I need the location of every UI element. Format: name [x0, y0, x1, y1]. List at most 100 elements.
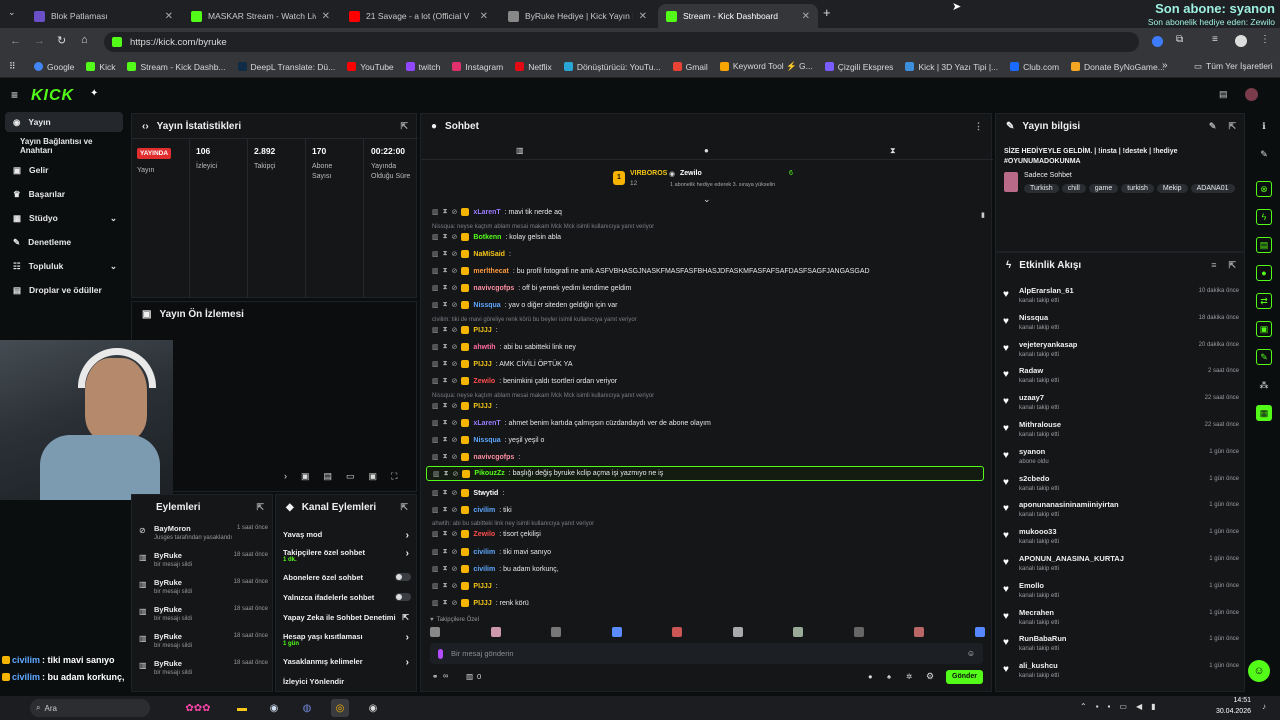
chat-username[interactable]: ahwtih — [473, 344, 495, 351]
timeout-icon[interactable]: ⧗ — [443, 453, 448, 461]
chat-username[interactable]: Nissqua — [473, 302, 500, 309]
tag[interactable]: turkish — [1121, 184, 1154, 193]
bookmark[interactable]: Netflix — [515, 62, 552, 72]
rail-doc-icon[interactable]: ▤ — [1256, 237, 1272, 253]
ban-icon[interactable]: ⊘ — [452, 599, 458, 607]
activity-username[interactable]: Nissqua — [1019, 313, 1048, 322]
display-toggle-icon[interactable]: ▤ — [1219, 89, 1228, 100]
points-icon[interactable]: ⚭ — [432, 672, 438, 681]
ban-icon[interactable]: ⊘ — [452, 284, 458, 292]
bookmark[interactable]: Kick — [86, 62, 115, 72]
ban-icon[interactable]: ⊘ — [452, 250, 458, 258]
ban-icon[interactable]: ⊘ — [452, 377, 458, 385]
popout-icon[interactable]: ⇱ — [1228, 260, 1236, 271]
popout-icon[interactable]: ⇱ — [1228, 121, 1236, 132]
send-button[interactable]: Gönder — [946, 670, 983, 684]
trash-icon[interactable]: ▥ — [432, 565, 439, 573]
notification-bell-icon[interactable]: ♪ — [1262, 702, 1266, 711]
chat-username[interactable]: civilim — [473, 507, 495, 514]
home-icon[interactable]: ⌂ — [81, 34, 88, 46]
bookmark[interactable]: YouTube — [347, 62, 394, 72]
chat-username[interactable]: Stwytid — [473, 490, 498, 497]
sidebar-item-revenue[interactable]: ▣ Gelir — [5, 160, 123, 180]
info-icon[interactable]: ℹ — [1256, 118, 1272, 134]
emote[interactable] — [490, 627, 501, 637]
activity-username[interactable]: vejeteryankasap — [1019, 340, 1077, 349]
chat-username[interactable]: xLarenT — [473, 420, 500, 427]
trash-icon[interactable]: ▥ — [432, 599, 439, 607]
user-avatar[interactable] — [1245, 88, 1258, 101]
trash-icon[interactable]: ▥ — [432, 453, 439, 461]
extension-icon[interactable] — [1152, 36, 1163, 47]
bubble-icon[interactable]: ● — [704, 146, 709, 155]
channel-action-item[interactable]: Yavaş mod › — [283, 530, 411, 548]
emote[interactable] — [732, 627, 743, 637]
emote[interactable] — [611, 627, 622, 637]
ban-icon[interactable]: ⊘ — [452, 326, 458, 334]
sidebar-item-stream[interactable]: ◉ Yayın — [5, 112, 123, 132]
bookmark[interactable]: Keyword Tool ⚡ G... — [719, 61, 813, 72]
apps-grid-icon[interactable]: ⠿ — [9, 61, 16, 72]
trash-icon[interactable]: ▥ — [432, 326, 439, 334]
chat-username[interactable]: PIJJJ — [473, 600, 491, 607]
rail-grid-icon[interactable]: ▦ — [1256, 405, 1272, 421]
ban-icon[interactable]: ⊘ — [452, 402, 458, 410]
timeout-icon[interactable]: ⧗ — [443, 548, 448, 556]
bookmark[interactable]: Gmail — [672, 62, 708, 72]
chevron-right-icon[interactable]: › — [406, 657, 409, 668]
hamburger-menu-icon[interactable]: ≡ — [11, 88, 18, 102]
ban-icon[interactable]: ⊘ — [452, 565, 458, 573]
close-icon[interactable]: ✕ — [322, 11, 330, 22]
kick-logo[interactable]: KICK — [31, 87, 74, 105]
chat-username[interactable]: civilim — [473, 566, 495, 573]
tag[interactable]: ADANA01 — [1190, 184, 1235, 193]
activity-username[interactable]: ali_kushcu — [1019, 661, 1058, 670]
ban-icon[interactable]: ⊘ — [452, 360, 458, 368]
trash-icon[interactable]: ▥ — [432, 419, 439, 427]
trash-icon[interactable]: ▥ — [433, 470, 440, 478]
rail-dots-icon[interactable]: ⁂ — [1256, 377, 1272, 393]
trash-icon[interactable]: ▥ — [432, 506, 439, 514]
url-bar[interactable]: https://kick.com/byruke — [104, 32, 1139, 52]
battery-icon[interactable]: ▮ — [1151, 702, 1155, 711]
channel-action-item[interactable]: Abonelere özel sohbet — [283, 573, 411, 591]
ban-icon[interactable]: ⊘ — [453, 470, 459, 478]
bookmark[interactable]: Club.com — [1010, 62, 1059, 72]
timeout-icon[interactable]: ⧗ — [443, 599, 448, 607]
chat-username[interactable]: civilim — [473, 549, 495, 556]
chat-username[interactable]: PIJJJ — [473, 403, 491, 410]
trash-icon[interactable]: ▥ — [432, 530, 439, 538]
rail-tool-icon[interactable]: ⊗ — [1256, 181, 1272, 197]
browser-tab-active[interactable]: Stream - Kick Dashboard ✕ — [658, 4, 818, 28]
activity-username[interactable]: mukooo33 — [1019, 527, 1057, 536]
chrome-icon[interactable]: ◎ — [331, 699, 349, 717]
ban-icon[interactable]: ⊘ — [452, 233, 458, 241]
bookmark[interactable]: DeepL Translate: Dü... — [237, 62, 335, 72]
rail-bolt-icon[interactable]: ϟ — [1256, 209, 1272, 225]
chat-bubble-icon[interactable]: ● — [868, 672, 873, 681]
channel-action-item[interactable]: Hesap yaşı kısıtlaması 1 gün › — [283, 632, 411, 650]
activity-username[interactable]: APONUN_ANASINA_KURTAJ — [1019, 554, 1124, 563]
channel-action-item[interactable]: İzleyici Yönlendir — [283, 677, 411, 695]
sidebar-item-drops[interactable]: ▤ Droplar ve ödüller — [5, 280, 123, 300]
filter-icon[interactable]: ≡ — [1211, 260, 1216, 270]
pin-icon[interactable]: ✦ — [90, 88, 98, 99]
playlist-icon[interactable]: ≡ — [1212, 34, 1218, 45]
edit-icon[interactable]: ✎ — [1256, 146, 1272, 162]
popout-icon[interactable]: ⇱ — [256, 502, 264, 513]
forward-arrow-icon[interactable]: → — [34, 35, 45, 47]
file-explorer-icon[interactable]: ▬ — [233, 699, 251, 717]
new-tab-plus-icon[interactable]: + — [823, 5, 831, 20]
emoji-icon[interactable]: ☺ — [967, 649, 975, 658]
timeout-icon[interactable]: ⧗ — [443, 489, 448, 497]
timeout-icon[interactable]: ⧗ — [443, 419, 448, 427]
kebab-menu-icon[interactable]: ⋮ — [1260, 34, 1270, 45]
tag[interactable]: chill — [1061, 184, 1086, 193]
timeout-icon[interactable]: ⧗ — [443, 377, 448, 385]
timeout-icon[interactable]: ⧗ — [443, 250, 448, 258]
browser-tab[interactable]: Blok Patlaması ✕ — [26, 4, 181, 28]
browser-tab[interactable]: ByRuke Hediye | Kick Yayın Hed ✕ — [500, 4, 655, 28]
emote[interactable] — [672, 627, 683, 637]
pin-icon[interactable]: ▮ — [981, 211, 985, 219]
trash-icon[interactable]: ▥ — [432, 301, 439, 309]
